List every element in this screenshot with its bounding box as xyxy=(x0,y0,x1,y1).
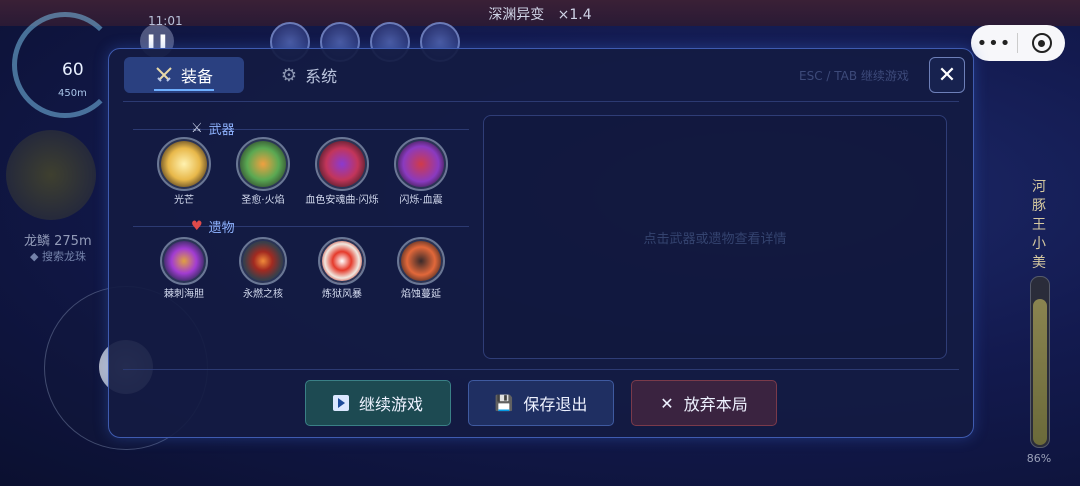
sea-urchin-icon xyxy=(160,237,208,285)
tab-active-indicator xyxy=(154,89,214,91)
detail-panel: 点击武器或遗物查看详情 xyxy=(483,115,947,359)
game-speed: ×1.4 xyxy=(557,7,592,23)
relic-name: 焰蚀蔓延 xyxy=(401,289,441,300)
quit-label: 放弃本局 xyxy=(683,395,748,414)
save-label: 保存退出 xyxy=(523,395,588,414)
gauge-depth: 450m xyxy=(58,88,87,99)
gauge-value: 60 xyxy=(62,60,84,80)
pause-menu-dialog: 装备 ⚙ 系统 ESC / TAB 继续游戏 ✕ ⚔ 武器 光芒 圣愈·火焰 血… xyxy=(108,48,974,438)
blood-swirl-icon xyxy=(315,137,369,191)
save-exit-button[interactable]: 💾 保存退出 xyxy=(468,380,614,426)
game-title-text: 深渊异变 xyxy=(488,7,545,23)
nearby-target: 龙鳞 275m xyxy=(24,234,92,249)
tab-equipment[interactable]: 装备 xyxy=(124,57,244,93)
continue-label: 继续游戏 xyxy=(358,395,423,414)
play-icon xyxy=(332,395,349,411)
weapons-section-header: ⚔ 武器 xyxy=(191,119,235,138)
weapon-name: 圣愈·火焰 xyxy=(241,195,285,206)
resume-hint: ESC / TAB 继续游戏 xyxy=(799,69,909,83)
flame-spread-icon xyxy=(397,237,445,285)
fire-core-icon xyxy=(239,237,287,285)
weapon-name: 血色安魂曲·闪烁 xyxy=(305,195,379,206)
abandon-run-button[interactable]: ✕ 放弃本局 xyxy=(631,380,777,426)
sun-icon xyxy=(157,137,211,191)
crossed-swords-icon: ⚔ xyxy=(191,121,203,136)
section-divider xyxy=(133,129,469,130)
weapon-name: 光芒 xyxy=(174,195,194,206)
wechat-capsule: ••• xyxy=(971,25,1065,61)
tab-system[interactable]: ⚙ 系统 xyxy=(269,57,349,93)
nearby-target-sub: ◆ 搜索龙珠 xyxy=(30,250,86,263)
boss-name-char: 王 xyxy=(1032,217,1046,233)
weapon-item[interactable]: 血色安魂曲·闪烁 xyxy=(301,137,383,207)
boss-health-percent: 86% xyxy=(1026,452,1052,465)
section-divider xyxy=(133,226,469,227)
target-icon[interactable] xyxy=(1018,33,1065,53)
inferno-storm-icon xyxy=(318,237,366,285)
pause-icon: ❚❚ xyxy=(145,33,169,49)
blood-quake-icon xyxy=(394,137,448,191)
boss-health-bar xyxy=(1030,276,1050,448)
relic-item[interactable]: 炼狱风暴 xyxy=(301,237,383,301)
continue-game-button[interactable]: 继续游戏 xyxy=(305,380,451,426)
flame-icon xyxy=(236,137,290,191)
relics-section-title: 遗物 xyxy=(208,221,235,236)
divider xyxy=(123,101,959,102)
weapon-item[interactable]: 光芒 xyxy=(143,137,225,207)
relic-name: 永燃之核 xyxy=(243,289,283,300)
weapon-item[interactable]: 闪烁·血震 xyxy=(380,137,462,207)
boss-health-fill xyxy=(1033,298,1047,445)
close-icon: ✕ xyxy=(937,62,957,88)
boss-name-char: 河 xyxy=(1032,179,1046,195)
relics-grid: 棘刺海胆 永燃之核 炼狱风暴 焰蚀蔓延 xyxy=(143,237,462,301)
boss-name: 河 豚 王 小 美 xyxy=(1030,178,1048,273)
close-icon: ✕ xyxy=(660,393,674,413)
gear-icon: ⚙ xyxy=(280,64,298,86)
relic-icon: ♥ xyxy=(191,219,203,234)
weapons-grid: 光芒 圣愈·火焰 血色安魂曲·闪烁 闪烁·血震 xyxy=(143,137,462,207)
relic-item[interactable]: 焰蚀蔓延 xyxy=(380,237,462,301)
weapon-name: 闪烁·血震 xyxy=(399,195,443,206)
relics-section-header: ♥ 遗物 xyxy=(191,217,235,236)
detail-placeholder: 点击武器或遗物查看详情 xyxy=(643,231,787,247)
divider xyxy=(123,369,959,370)
relic-item[interactable]: 棘刺海胆 xyxy=(143,237,225,301)
pufferfish-portrait xyxy=(6,130,96,220)
boss-name-char: 美 xyxy=(1032,255,1046,271)
crossed-swords-icon xyxy=(156,67,172,82)
relic-name: 炼狱风暴 xyxy=(322,289,362,300)
tab-equipment-label: 装备 xyxy=(180,67,213,86)
boss-name-char: 豚 xyxy=(1032,198,1046,214)
relic-name: 棘刺海胆 xyxy=(164,289,204,300)
relic-item[interactable]: 永燃之核 xyxy=(222,237,304,301)
close-button[interactable]: ✕ xyxy=(929,57,965,93)
save-icon: 💾 xyxy=(494,394,514,412)
boss-name-char: 小 xyxy=(1032,236,1046,252)
weapons-section-title: 武器 xyxy=(208,123,235,138)
more-dots-icon[interactable]: ••• xyxy=(971,33,1017,54)
weapon-item[interactable]: 圣愈·火焰 xyxy=(222,137,304,207)
tab-system-label: 系统 xyxy=(305,67,338,86)
